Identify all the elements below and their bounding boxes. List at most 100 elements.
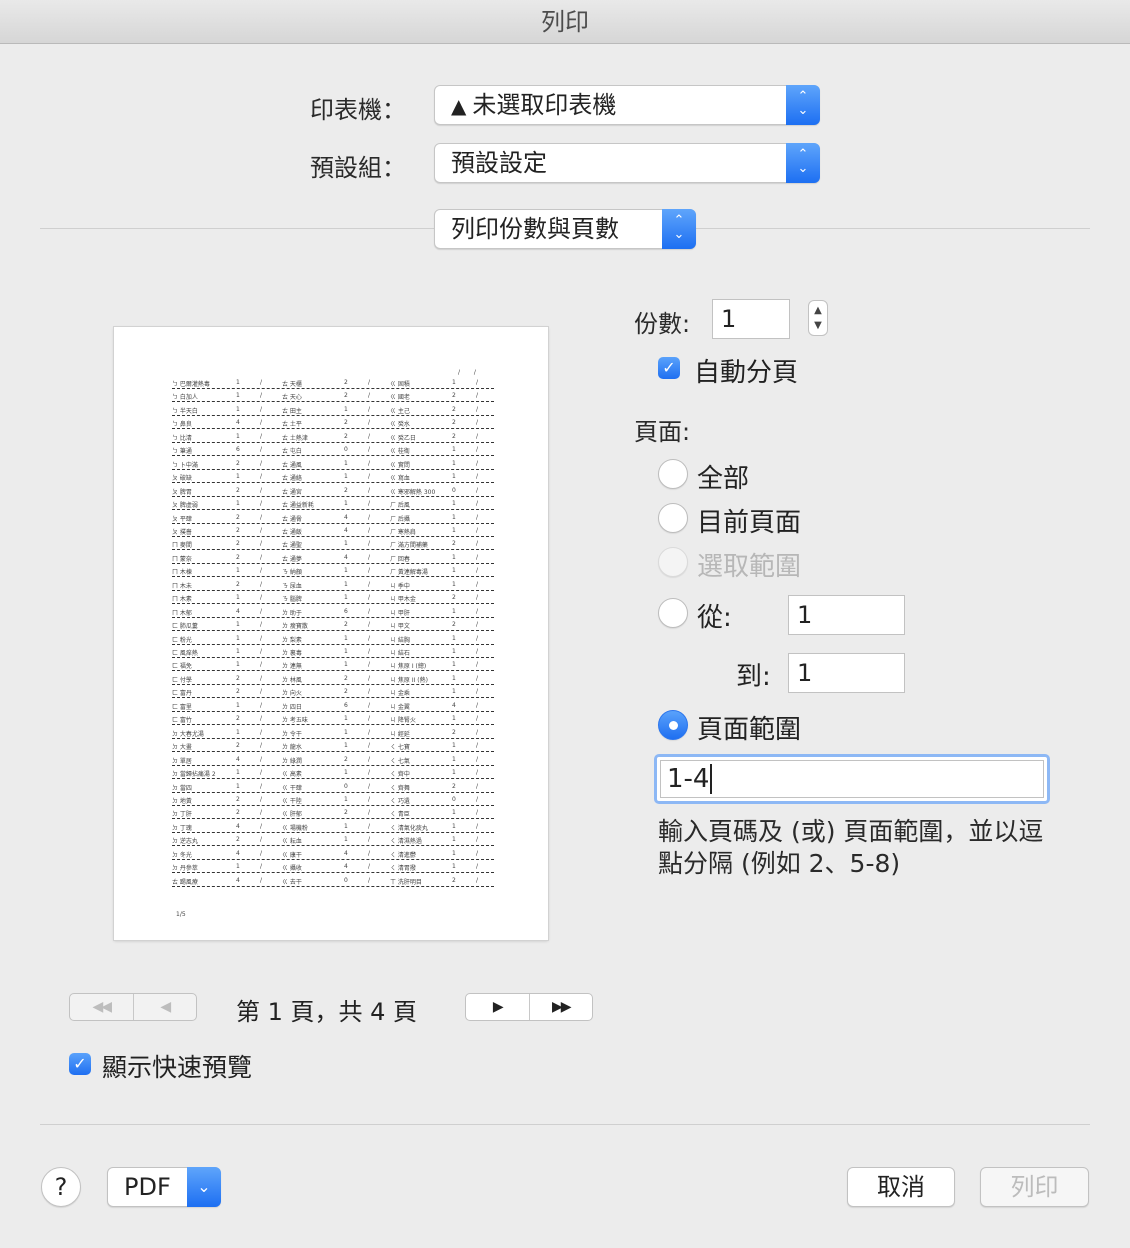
last-page-icon[interactable]: ▶▶ — [528, 994, 593, 1020]
preview-cell: / — [260, 822, 263, 830]
pdf-menu-button[interactable]: PDF ⌄ — [107, 1167, 221, 1207]
preview-cell: 4 — [452, 701, 456, 709]
pages-range-radio[interactable] — [658, 710, 688, 740]
preview-cell: ㄌ 林風 — [282, 676, 302, 684]
preview-cell: ㄍ 癸乙日 — [390, 434, 416, 442]
preview-cell: ㄌ 令干 — [282, 730, 302, 738]
page-nav-forward[interactable]: ▶ ▶▶ — [465, 993, 593, 1021]
preview-cell: / — [476, 648, 479, 655]
copies-stepper[interactable]: ▲ ▼ — [808, 300, 828, 336]
preview-cell: ㄈ 肺瓜蔞 — [172, 623, 198, 631]
preview-cell: 2 — [452, 728, 456, 736]
preview-row-rule — [172, 657, 494, 658]
preview-cell: / — [476, 876, 479, 884]
preview-cell: / — [476, 674, 479, 682]
preview-cell: 1 — [452, 379, 456, 386]
help-button[interactable]: ? — [41, 1167, 81, 1207]
preview-cell: ㄉ 丁肝 — [172, 811, 192, 819]
cancel-button[interactable]: 取消 — [847, 1167, 955, 1207]
preview-cell: 2 — [452, 392, 456, 400]
preview-cell: / — [260, 607, 263, 615]
copies-field[interactable]: 1 — [712, 299, 790, 339]
preview-cell: 0 — [344, 446, 348, 454]
preview-cell: / — [476, 567, 479, 575]
chevron-up-icon[interactable]: ▲ — [809, 303, 827, 318]
preview-cell: 1 — [452, 755, 456, 763]
preview-cell: ㄉ 地黃 — [172, 797, 192, 805]
preview-cell: 1 — [344, 715, 348, 723]
printer-popup[interactable]: ▲ 未選取印表機 ⌃ ⌄ — [434, 85, 820, 125]
preview-cell: ㄍ 寒邪解熱 300 — [390, 488, 436, 496]
preview-row-rule — [172, 468, 494, 470]
preview-cell: ㄌ 瘦寶散 — [282, 623, 308, 631]
preview-cell: / — [368, 782, 371, 790]
next-page-icon[interactable]: ▶ — [466, 994, 529, 1020]
page-range-field-focus-ring: 1-4 — [654, 754, 1050, 804]
preview-cell: ㄆ 平肆 — [172, 515, 192, 523]
to-page-field[interactable]: 1 — [788, 653, 905, 693]
preview-cell: ㄐ 焦原 I (總) — [390, 663, 427, 671]
presets-popup[interactable]: 預設設定 ⌃ ⌄ — [434, 143, 820, 183]
preview-cell: / — [368, 836, 371, 844]
preview-row-rule — [172, 616, 494, 618]
preview-cell: / — [260, 553, 263, 561]
preview-cell: / — [260, 715, 263, 723]
preview-cell: / — [368, 621, 371, 629]
preview-cell: ㄑ 齊中 — [390, 771, 410, 779]
preview-cell: ㄌ 綠潤 — [282, 757, 302, 765]
preview-cell: ㄋ 腦脾 — [282, 596, 302, 604]
collate-checkbox[interactable]: ✓ — [658, 357, 680, 379]
preview-cell: 2 — [452, 876, 456, 884]
preview-cell: ㄈ 付學 — [172, 676, 192, 684]
chevron-down-icon[interactable]: ▼ — [809, 318, 827, 333]
preview-cell: / — [476, 742, 479, 750]
pages-all-radio[interactable] — [658, 459, 688, 489]
preview-cell: ㄍ 桂衛 — [390, 448, 410, 456]
preview-cell: / — [260, 432, 263, 440]
from-page-field[interactable]: 1 — [788, 595, 905, 635]
preview-cell: 2 — [452, 594, 456, 602]
preview-cell: / — [476, 795, 479, 803]
preview-row-rule — [172, 522, 494, 524]
preview-cell: 1 — [452, 580, 456, 588]
page-range-field[interactable]: 1-4 — [660, 760, 1044, 798]
preview-cell: / — [368, 607, 371, 615]
preview-cell: 2 — [236, 674, 240, 682]
preview-cell: ㄌ 向火 — [282, 690, 302, 698]
preview-cell: 4 — [344, 513, 348, 521]
quick-preview-checkbox[interactable]: ✓ — [69, 1053, 91, 1075]
preview-cell: ㄐ 甲文 — [390, 623, 410, 631]
preview-cell: 1 — [452, 863, 456, 871]
preview-cell: 6 — [344, 701, 348, 709]
preview-cell: / — [260, 755, 263, 763]
preview-cell: / — [368, 648, 371, 655]
preview-cell: / — [368, 701, 371, 709]
preview-row-rule — [172, 643, 494, 645]
preview-cell: ㄐ 結胸 — [390, 636, 410, 644]
preview-cell: 1 — [236, 594, 240, 602]
pages-from-radio[interactable] — [658, 598, 688, 628]
preview-cell: 1 — [236, 728, 240, 736]
preview-cell: / — [368, 473, 371, 481]
preview-cell: ㄋ 納顏 — [282, 569, 302, 577]
preview-cell: / — [368, 553, 371, 561]
preview-row-rule — [172, 482, 494, 484]
preview-cell: 1 — [344, 634, 348, 642]
preview-cell: ㄏ 后攝 — [390, 515, 410, 523]
preview-cell: / — [368, 661, 371, 669]
preview-cell: / — [476, 594, 479, 602]
preview-cell: 1 — [452, 849, 456, 857]
preview-cell: 1 — [236, 634, 240, 642]
preview-cell: / — [476, 446, 479, 454]
preview-cell: 1 — [452, 607, 456, 615]
preview-cell: / — [368, 809, 371, 817]
preview-cell: ㄉ 當歸拈痛湯 2 — [172, 771, 216, 779]
preview-cell: 2 — [344, 432, 348, 440]
pages-current-radio[interactable] — [658, 503, 688, 533]
preview-cell: 4 — [236, 755, 240, 763]
preview-cell: ㄍ 癸水 — [390, 421, 410, 429]
preview-cell: ㄍ 國老 — [390, 394, 410, 402]
preview-cell: 1 — [236, 769, 240, 777]
section-popup[interactable]: 列印份數與頁數 ⌃ ⌄ — [434, 209, 696, 249]
preview-cell: 4 — [344, 849, 348, 857]
